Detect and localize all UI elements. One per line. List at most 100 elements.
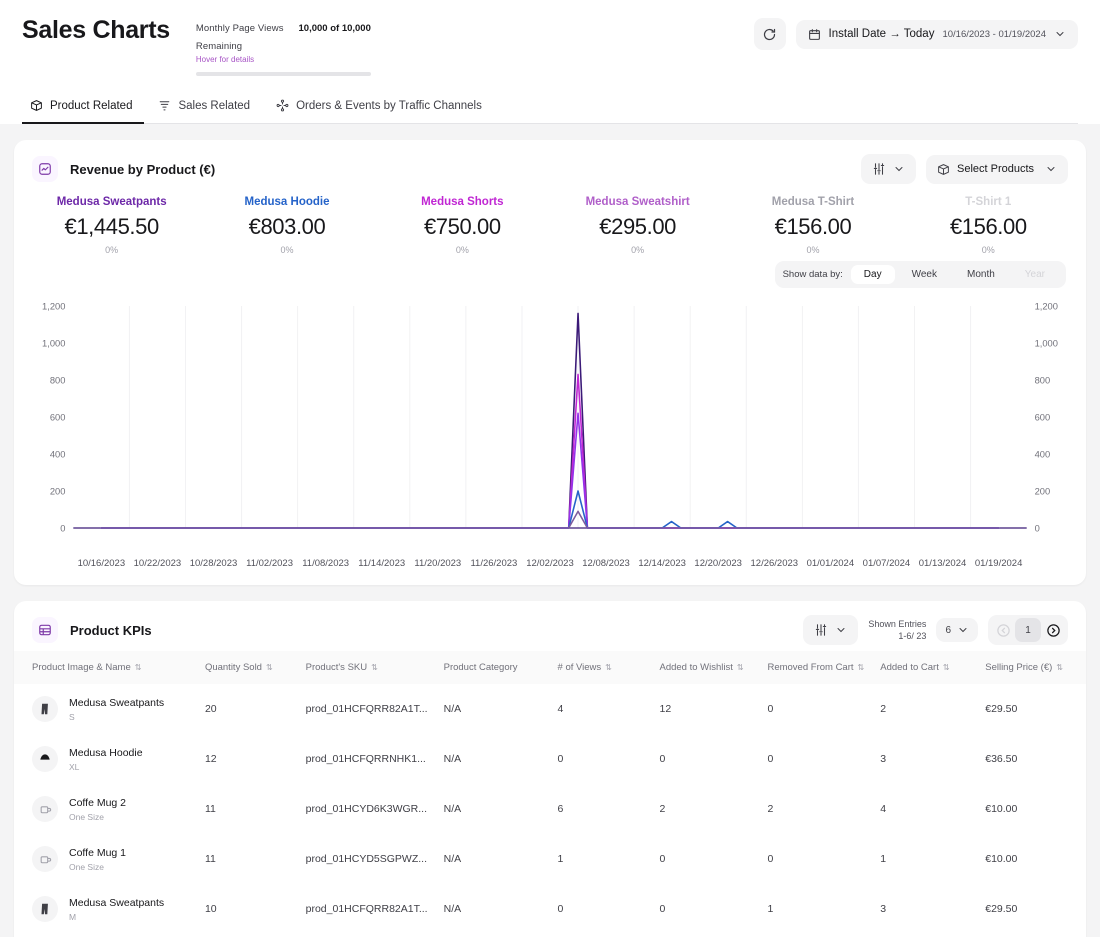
app-header: Sales Charts Monthly Page Views Remainin… <box>0 0 1100 124</box>
column-header-product-sku[interactable]: Product's SKU⇅ <box>298 651 436 684</box>
revenue-kpi-delta: 0% <box>24 245 199 255</box>
column-header-added-to-cart[interactable]: Added to Cart⇅ <box>872 651 977 684</box>
previous-page-button[interactable] <box>991 618 1015 642</box>
x-tick-label: 11/08/2023 <box>298 558 354 569</box>
x-tick-label: 12/20/2023 <box>690 558 746 569</box>
revenue-kpi-value: €156.00 <box>725 214 900 240</box>
sort-toggle-icon[interactable]: ⇅ <box>1056 663 1063 672</box>
product-name: Medusa Sweatpants <box>69 897 164 910</box>
cell-product-category: N/A <box>436 884 550 934</box>
pants-icon <box>38 902 52 916</box>
cell-added-to-cart: 4 <box>872 784 977 834</box>
svg-text:1,000: 1,000 <box>42 337 65 348</box>
cell-selling-price: €10.00 <box>977 784 1086 834</box>
cell-product: Medusa SweatpantsS <box>14 684 197 734</box>
table-row[interactable]: Medusa HoodieXL12prod_01HCFQRRNHK1...N/A… <box>14 734 1086 784</box>
revenue-kpi-value: €750.00 <box>375 214 550 240</box>
column-header-number-of-views[interactable]: # of Views⇅ <box>550 651 652 684</box>
revenue-kpi-name: Medusa Sweatshirt <box>550 196 725 208</box>
funnel-icon <box>158 99 171 112</box>
product-variant: M <box>69 912 164 922</box>
column-header-label: Product Image & Name <box>32 662 131 673</box>
sort-toggle-icon[interactable]: ⇅ <box>858 663 865 672</box>
column-header-added-to-wishlist[interactable]: Added to Wishlist⇅ <box>651 651 759 684</box>
select-products-dropdown[interactable]: Select Products <box>926 155 1068 184</box>
chart-settings-button[interactable] <box>861 154 916 184</box>
granularity-option-week[interactable]: Week <box>899 265 950 284</box>
sort-toggle-icon[interactable]: ⇅ <box>266 663 273 672</box>
chart-x-axis: 10/16/202310/22/202310/28/202311/02/2023… <box>28 556 1072 575</box>
column-header-selling-price[interactable]: Selling Price (€) ⇅ <box>977 651 1086 684</box>
share-nodes-icon <box>276 99 289 112</box>
refresh-icon <box>762 27 777 42</box>
tab-sales-related[interactable]: Sales Related <box>150 91 262 124</box>
date-range-selector[interactable]: Install Date → Today 10/16/2023 - 01/19/… <box>796 20 1078 49</box>
chevron-down-icon <box>957 624 969 636</box>
x-tick-label: 12/26/2023 <box>746 558 802 569</box>
revenue-kpi-name: T-Shirt 1 <box>901 196 1076 208</box>
sort-toggle-icon[interactable]: ⇅ <box>737 663 744 672</box>
x-tick-label: 01/13/2024 <box>914 558 970 569</box>
cell-removed-from-cart: 2 <box>759 784 872 834</box>
x-tick-label: 10/28/2023 <box>185 558 241 569</box>
chevron-down-icon <box>835 624 847 636</box>
table-icon <box>38 623 52 637</box>
sort-toggle-icon[interactable]: ⇅ <box>135 663 142 672</box>
show-data-by-label: Show data by: <box>783 269 843 280</box>
column-header-quantity-sold[interactable]: Quantity Sold⇅ <box>197 651 298 684</box>
granularity-option-day[interactable]: Day <box>851 265 895 284</box>
x-tick-label: 01/19/2024 <box>971 558 1027 569</box>
cell-product-category: N/A <box>436 684 550 734</box>
column-header-label: Selling Price (€) <box>985 662 1052 673</box>
next-page-button[interactable] <box>1041 618 1065 642</box>
tab-orders-events-traffic[interactable]: Orders & Events by Traffic Channels <box>268 91 494 124</box>
table-row[interactable]: Coffe Mug 2One Size11prod_01HCYD6K3WGR..… <box>14 784 1086 834</box>
product-variant: One Size <box>69 812 126 822</box>
cell-number-of-views: 4 <box>550 684 652 734</box>
cell-product-category: N/A <box>436 834 550 884</box>
quota-hover-hint[interactable]: Hover for details <box>196 55 291 64</box>
hoodie-icon <box>38 752 52 766</box>
chevron-down-icon <box>1054 28 1066 40</box>
mug-icon <box>39 803 52 816</box>
cell-quantity-sold: 12 <box>197 734 298 784</box>
cell-removed-from-cart: 0 <box>759 734 872 784</box>
x-tick-label: 12/14/2023 <box>634 558 690 569</box>
cell-number-of-views: 1 <box>550 834 652 884</box>
sort-toggle-icon[interactable]: ⇅ <box>605 663 612 672</box>
page-number-1[interactable]: 1 <box>1015 618 1041 642</box>
tab-product-related[interactable]: Product Related <box>22 91 144 124</box>
page-size-dropdown[interactable]: 6 <box>936 618 978 642</box>
svg-text:0: 0 <box>1035 522 1040 533</box>
sliders-icon <box>872 162 886 176</box>
product-thumbnail <box>32 796 58 822</box>
sort-toggle-icon[interactable]: ⇅ <box>943 663 950 672</box>
pants-icon <box>38 702 52 716</box>
sort-toggle-icon[interactable]: ⇅ <box>371 663 378 672</box>
cell-added-to-cart: 3 <box>872 734 977 784</box>
shown-entries-label: Shown Entries <box>868 618 926 630</box>
cell-selling-price: €36.50 <box>977 734 1086 784</box>
column-header-product-image-name[interactable]: Product Image & Name ⇅ <box>14 651 197 684</box>
table-settings-button[interactable] <box>803 615 858 645</box>
table-body: Medusa SweatpantsS20prod_01HCFQRR82A1T..… <box>14 684 1086 937</box>
product-thumbnail <box>32 846 58 872</box>
svg-text:1,200: 1,200 <box>42 300 65 311</box>
box-icon <box>30 99 43 112</box>
column-header-removed-from-cart[interactable]: Removed From Cart⇅ <box>759 651 872 684</box>
cell-selling-price: €10.00 <box>977 834 1086 884</box>
svg-text:200: 200 <box>50 485 66 496</box>
table-row[interactable]: Medusa SweatpantsM10prod_01HCFQRR82A1T..… <box>14 884 1086 934</box>
cell-added-to-wishlist: 12 <box>651 684 759 734</box>
page-views-quota: Monthly Page Views Remaining Hover for d… <box>196 18 371 76</box>
cell-added-to-cart: 2 <box>872 684 977 734</box>
granularity-option-month[interactable]: Month <box>954 265 1008 284</box>
revenue-kpi-4: Medusa T-Shirt€156.000% <box>725 196 900 255</box>
box-icon <box>937 163 950 176</box>
x-tick-label: 11/02/2023 <box>242 558 298 569</box>
table-row[interactable]: Medusa SweatpantsS20prod_01HCFQRR82A1T..… <box>14 684 1086 734</box>
refresh-button[interactable] <box>754 18 786 50</box>
revenue-kpi-2: Medusa Shorts€750.000% <box>375 196 550 255</box>
table-row[interactable]: Coffe Mug 1One Size11prod_01HCYD5SGPWZ..… <box>14 834 1086 884</box>
table-header-row: Product Image & Name⇅Quantity Sold⇅Produ… <box>14 651 1086 684</box>
